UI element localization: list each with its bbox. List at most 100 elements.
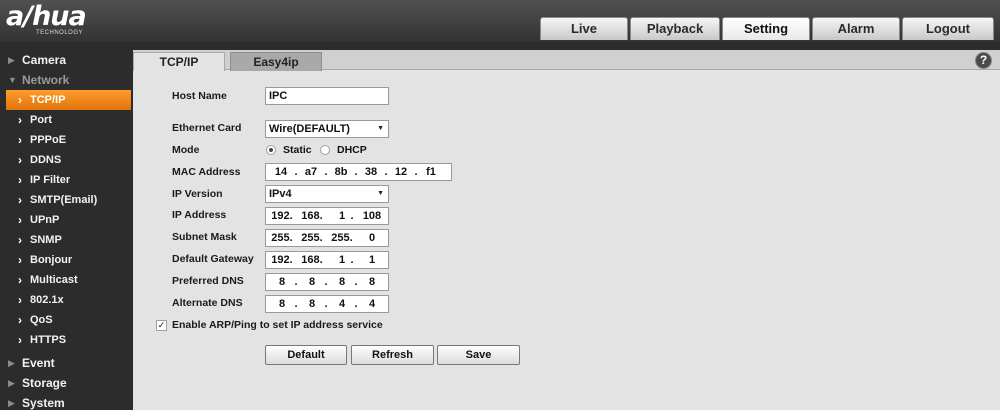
- dahua-logo: a/hua TECHNOLOGY: [6, 2, 126, 40]
- chevron-right-icon: ›: [18, 213, 22, 227]
- sidebar-item-network[interactable]: ▼ Network: [0, 70, 132, 90]
- mode-radio-group: Static DHCP: [265, 141, 385, 159]
- mode-dhcp-radio[interactable]: [320, 145, 330, 155]
- sidebar-item-upnp[interactable]: › UPnP: [0, 210, 132, 230]
- ip-octet[interactable]: 108: [360, 208, 384, 224]
- preferred-dns-input[interactable]: 8 . 8 . 8 . 8: [265, 273, 389, 291]
- host-name-input[interactable]: IPC: [265, 87, 389, 105]
- arp-ping-checkbox[interactable]: ✓: [156, 320, 167, 331]
- ip-octet[interactable]: 0: [360, 230, 384, 246]
- ip-octet[interactable]: 1: [360, 252, 384, 268]
- ip-octet[interactable]: 8: [330, 274, 354, 290]
- tab-tcpip[interactable]: TCP/IP: [133, 52, 225, 71]
- ip-address-input[interactable]: 192. 168. 1 . 108: [265, 207, 389, 225]
- ip-octet[interactable]: 4: [360, 296, 384, 312]
- chevron-right-icon: ›: [18, 333, 22, 347]
- default-button[interactable]: Default: [265, 345, 347, 365]
- alternate-dns-input[interactable]: 8 . 8 . 4 . 4: [265, 295, 389, 313]
- ip-octet[interactable]: 168.: [300, 208, 324, 224]
- tab-easy4ip[interactable]: Easy4ip: [230, 52, 322, 71]
- save-button[interactable]: Save: [437, 345, 520, 365]
- mac-address-field: 14 . a7 . 8b . 38 . 12 . f1: [265, 163, 452, 181]
- mac-segment: f1: [426, 166, 436, 178]
- help-icon[interactable]: ?: [975, 52, 992, 69]
- sidebar-item-qos[interactable]: › QoS: [0, 310, 132, 330]
- chevron-right-icon: ›: [18, 93, 22, 107]
- chevron-right-icon: ›: [18, 233, 22, 247]
- sidebar-item-8021x[interactable]: › 802.1x: [0, 290, 132, 310]
- sidebar-item-storage[interactable]: ▶ Storage: [0, 373, 132, 393]
- ip-separator: .: [294, 276, 298, 288]
- logo-tagline: TECHNOLOGY: [36, 30, 84, 36]
- logo-wordmark: a/hua: [6, 1, 87, 32]
- chevron-right-icon: ›: [18, 133, 22, 147]
- chevron-right-icon: ›: [18, 193, 22, 207]
- tab-alarm[interactable]: Alarm: [812, 17, 900, 40]
- ethernet-card-label: Ethernet Card: [172, 122, 242, 134]
- refresh-button[interactable]: Refresh: [351, 345, 434, 365]
- sidebar-item-pppoe[interactable]: › PPPoE: [0, 130, 132, 150]
- sidebar-item-system[interactable]: ▶ System: [0, 393, 132, 410]
- ip-octet[interactable]: 8: [360, 274, 384, 290]
- ip-octet[interactable]: 192.: [270, 252, 294, 268]
- mac-segment: 38: [364, 166, 378, 178]
- preferred-dns-label: Preferred DNS: [172, 275, 244, 287]
- mac-segment: 14: [274, 166, 288, 178]
- sidebar-item-tcpip[interactable]: › TCP/IP: [6, 90, 131, 110]
- mac-separator: .: [414, 166, 418, 178]
- subnet-mask-input[interactable]: 255. 255. 255. 0: [265, 229, 389, 247]
- ip-octet[interactable]: 8: [270, 296, 294, 312]
- tab-playback[interactable]: Playback: [630, 17, 720, 40]
- mode-static-radio[interactable]: [266, 145, 276, 155]
- subnet-mask-label: Subnet Mask: [172, 231, 237, 243]
- chevron-right-icon: ›: [18, 273, 22, 287]
- dropdown-caret-icon: ▼: [377, 190, 384, 197]
- ethernet-card-select[interactable]: Wire(DEFAULT) ▼: [265, 120, 389, 138]
- sidebar-item-https[interactable]: › HTTPS: [0, 330, 132, 350]
- sub-tab-bar: TCP/IP Easy4ip ?: [133, 50, 1000, 71]
- sidebar-item-event[interactable]: ▶ Event: [0, 353, 132, 373]
- mac-address-label: MAC Address: [172, 166, 241, 178]
- mac-separator: .: [354, 166, 358, 178]
- mode-static-label: Static: [283, 144, 312, 156]
- tab-setting[interactable]: Setting: [722, 17, 810, 40]
- sidebar-item-camera[interactable]: ▶ Camera: [0, 50, 132, 70]
- tab-live[interactable]: Live: [540, 17, 628, 40]
- sidebar-item-smtp[interactable]: › SMTP(Email): [0, 190, 132, 210]
- expanded-arrow-icon: ▼: [8, 75, 17, 85]
- ip-address-label: IP Address: [172, 209, 227, 221]
- chevron-right-icon: ›: [18, 153, 22, 167]
- sidebar-item-ip-filter[interactable]: › IP Filter: [0, 170, 132, 190]
- ip-octet[interactable]: 8: [270, 274, 294, 290]
- ip-octet[interactable]: 255.: [300, 230, 324, 246]
- collapsed-arrow-icon: ▶: [8, 358, 15, 368]
- sidebar-item-ddns[interactable]: › DDNS: [0, 150, 132, 170]
- ip-version-label: IP Version: [172, 188, 223, 200]
- ip-separator: .: [294, 298, 298, 310]
- ip-octet[interactable]: 4: [330, 296, 354, 312]
- ethernet-card-value: Wire(DEFAULT): [269, 123, 350, 135]
- ip-version-select[interactable]: IPv4 ▼: [265, 185, 389, 203]
- ip-octet[interactable]: 255.: [330, 230, 354, 246]
- ip-octet[interactable]: 192.: [270, 208, 294, 224]
- sidebar-item-port[interactable]: › Port: [0, 110, 132, 130]
- chevron-right-icon: ›: [18, 253, 22, 267]
- settings-panel: TCP/IP Easy4ip ? Host Name IPC Ethernet …: [133, 50, 1000, 410]
- mode-dhcp-label: DHCP: [337, 144, 367, 156]
- arp-ping-label: Enable ARP/Ping to set IP address servic…: [172, 319, 383, 331]
- ip-octet[interactable]: 168.: [300, 252, 324, 268]
- sidebar-item-multicast[interactable]: › Multicast: [0, 270, 132, 290]
- tab-logout[interactable]: Logout: [902, 17, 994, 40]
- mac-separator: .: [294, 166, 298, 178]
- ip-octet[interactable]: 8: [300, 274, 324, 290]
- sidebar-item-snmp[interactable]: › SNMP: [0, 230, 132, 250]
- ip-octet[interactable]: 255.: [270, 230, 294, 246]
- default-gateway-input[interactable]: 192. 168. 1 . 1: [265, 251, 389, 269]
- default-gateway-label: Default Gateway: [172, 253, 254, 265]
- mac-segment: a7: [304, 166, 318, 178]
- sidebar-item-bonjour[interactable]: › Bonjour: [0, 250, 132, 270]
- ip-separator: .: [354, 276, 358, 288]
- mode-label: Mode: [172, 144, 200, 156]
- ip-octet[interactable]: 8: [300, 296, 324, 312]
- mac-segment: 8b: [334, 166, 348, 178]
